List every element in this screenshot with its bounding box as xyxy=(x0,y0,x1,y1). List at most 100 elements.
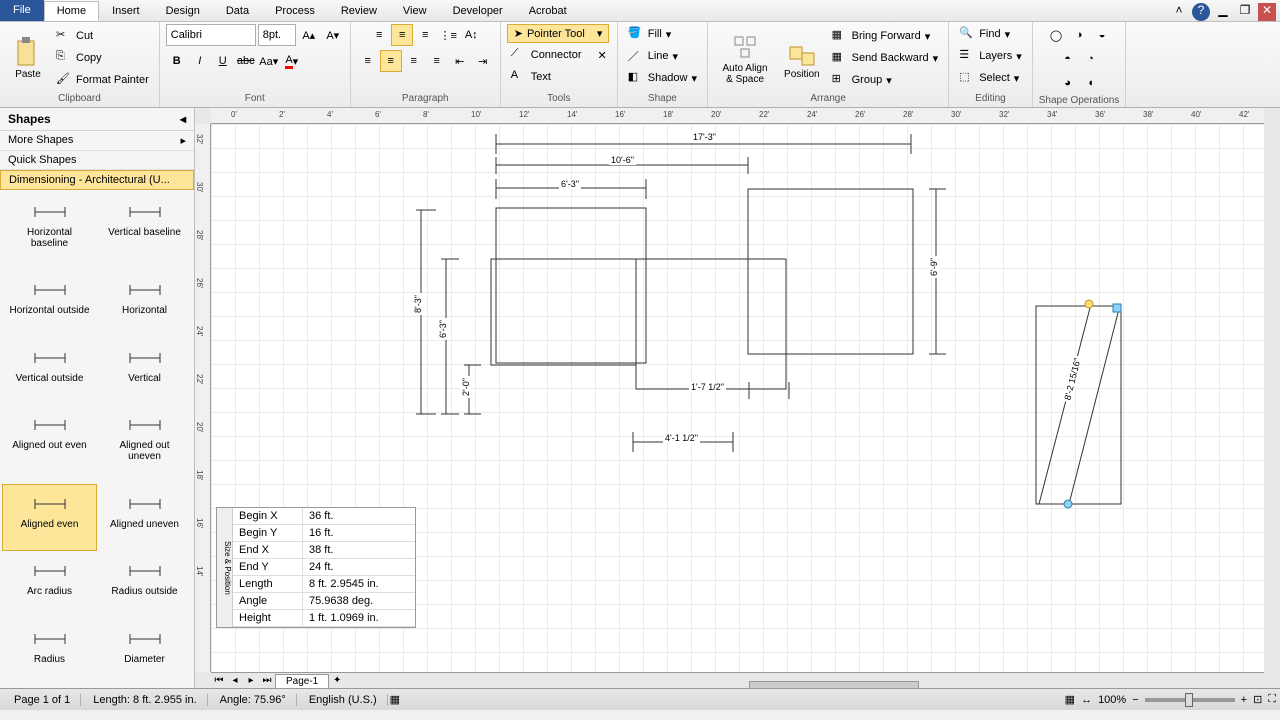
restore-icon[interactable]: ❐ xyxy=(1236,3,1254,21)
shape-item-4[interactable]: Vertical outside xyxy=(2,338,97,405)
shrink-font-icon[interactable]: A▾ xyxy=(322,24,344,46)
line-button[interactable]: ／Line ▾ xyxy=(624,46,682,66)
size-position-window[interactable]: Size & Position Begin X36 ft.Begin Y16 f… xyxy=(216,507,416,628)
strike-icon[interactable]: abc xyxy=(235,50,257,72)
tab-process[interactable]: Process xyxy=(262,1,328,21)
close-icon[interactable]: ✕ xyxy=(1258,3,1276,21)
size-pos-row[interactable]: End X38 ft. xyxy=(233,542,415,559)
zoom-level[interactable]: 100% xyxy=(1098,694,1126,706)
shape-item-11[interactable]: Radius outside xyxy=(97,551,192,618)
size-pos-handle[interactable]: Size & Position xyxy=(217,508,233,627)
shape-item-10[interactable]: Arc radius xyxy=(2,551,97,618)
size-pos-row[interactable]: Begin X36 ft. xyxy=(233,508,415,525)
shape-item-2[interactable]: Horizontal outside xyxy=(2,270,97,337)
align-right-icon[interactable]: ≡ xyxy=(403,50,425,72)
underline-icon[interactable]: U xyxy=(212,50,234,72)
connector-button[interactable]: ⟋Connector✕ xyxy=(507,45,611,65)
presentation-mode-icon[interactable]: ▦ xyxy=(1065,693,1075,706)
selected-shape[interactable] xyxy=(1036,300,1121,508)
bullets-icon[interactable]: ⋮≡ xyxy=(437,24,459,46)
page-prev-icon[interactable]: ◂ xyxy=(227,675,243,686)
font-color-icon[interactable]: A▾ xyxy=(281,50,303,72)
canvas[interactable]: 17'-3" 10'-6" 6'-3" 8'-3" 6'-3" 2'-0" 1'… xyxy=(211,124,1264,672)
tab-acrobat[interactable]: Acrobat xyxy=(516,1,580,21)
page-tab-1[interactable]: Page-1 xyxy=(275,674,329,688)
page-width-icon[interactable]: ↔ xyxy=(1081,694,1092,706)
stencil-item[interactable]: Dimensioning - Architectural (U... xyxy=(0,170,194,190)
indent-inc-icon[interactable]: ⇥ xyxy=(472,50,494,72)
case-icon[interactable]: Aa▾ xyxy=(258,50,280,72)
tab-insert[interactable]: Insert xyxy=(99,1,153,21)
zoom-slider[interactable] xyxy=(1145,698,1235,702)
help-icon[interactable]: ? xyxy=(1192,3,1210,21)
font-size-combo[interactable] xyxy=(258,24,296,46)
tab-review[interactable]: Review xyxy=(328,1,390,21)
tab-view[interactable]: View xyxy=(390,1,440,21)
tab-developer[interactable]: Developer xyxy=(440,1,516,21)
tab-data[interactable]: Data xyxy=(213,1,262,21)
delete-icon[interactable]: ✕ xyxy=(598,49,607,62)
text-direction-icon[interactable]: A↕ xyxy=(460,24,482,46)
select-button[interactable]: ⬚Select ▾ xyxy=(955,68,1023,88)
bring-forward-button[interactable]: ▦Bring Forward ▾ xyxy=(828,26,943,46)
shape-item-9[interactable]: Aligned uneven xyxy=(97,484,192,551)
indent-dec-icon[interactable]: ⇤ xyxy=(449,50,471,72)
fit-page-icon[interactable]: ⊡ xyxy=(1253,693,1262,706)
page-first-icon[interactable]: ⏮ xyxy=(211,675,227,686)
group-button[interactable]: ⊞Group ▾ xyxy=(828,70,943,90)
fragment-icon[interactable]: ◔ xyxy=(1080,48,1102,70)
size-pos-row[interactable]: Begin Y16 ft. xyxy=(233,525,415,542)
full-screen-icon[interactable]: ⛶ xyxy=(1268,693,1276,706)
shadow-button[interactable]: ◧Shadow ▾ xyxy=(624,68,701,88)
align-bottom-icon[interactable]: ≡ xyxy=(414,24,436,46)
zoom-out-icon[interactable]: − xyxy=(1132,694,1138,706)
format-painter-button[interactable]: 🖌Format Painter xyxy=(52,70,153,90)
page-next-icon[interactable]: ▸ xyxy=(243,675,259,686)
offset-icon[interactable]: ◖ xyxy=(1080,72,1102,94)
align-top-icon[interactable]: ≡ xyxy=(368,24,390,46)
italic-icon[interactable]: I xyxy=(189,50,211,72)
shape-item-7[interactable]: Aligned out uneven xyxy=(97,405,192,483)
grow-font-icon[interactable]: A▴ xyxy=(298,24,320,46)
page-last-icon[interactable]: ⏭ xyxy=(259,675,275,686)
cut-button[interactable]: ✂Cut xyxy=(52,26,153,46)
macro-icon[interactable]: ▦ xyxy=(390,693,400,706)
font-family-combo[interactable] xyxy=(166,24,256,46)
shape-item-1[interactable]: Vertical baseline xyxy=(97,192,192,270)
size-pos-row[interactable]: End Y24 ft. xyxy=(233,559,415,576)
new-page-icon[interactable]: ✦ xyxy=(329,675,345,686)
union-icon[interactable]: ◯ xyxy=(1045,24,1067,46)
layers-button[interactable]: ☰Layers ▾ xyxy=(955,46,1026,66)
zoom-in-icon[interactable]: + xyxy=(1241,694,1247,706)
shape-item-5[interactable]: Vertical xyxy=(97,338,192,405)
find-button[interactable]: 🔍Find ▾ xyxy=(955,24,1014,44)
send-backward-button[interactable]: ▦Send Backward ▾ xyxy=(828,48,943,68)
subtract-icon[interactable]: ◑ xyxy=(1068,24,1090,46)
shape-item-13[interactable]: Diameter xyxy=(97,619,192,686)
fill-button[interactable]: 🪣Fill ▾ xyxy=(624,24,676,44)
tab-home[interactable]: Home xyxy=(44,1,99,21)
position-button[interactable]: Position xyxy=(778,35,826,82)
minimize-icon[interactable]: ▁ xyxy=(1214,3,1232,21)
text-tool-button[interactable]: AText xyxy=(507,67,555,87)
shape-item-0[interactable]: Horizontal baseline xyxy=(2,192,97,270)
more-shapes-item[interactable]: More Shapes▸ xyxy=(0,131,194,151)
shape-item-3[interactable]: Horizontal xyxy=(97,270,192,337)
tab-file[interactable]: File xyxy=(0,0,44,21)
bold-icon[interactable]: B xyxy=(166,50,188,72)
size-pos-row[interactable]: Height1 ft. 1.0969 in. xyxy=(233,610,415,627)
align-left-icon[interactable]: ≡ xyxy=(357,50,379,72)
collapse-icon[interactable]: ◂ xyxy=(180,112,186,126)
status-language[interactable]: English (U.S.) xyxy=(299,694,388,706)
trim-icon[interactable]: ◕ xyxy=(1057,72,1079,94)
shape-item-6[interactable]: Aligned out even xyxy=(2,405,97,483)
shape-item-8[interactable]: Aligned even xyxy=(2,484,97,551)
align-middle-icon[interactable]: ≡ xyxy=(391,24,413,46)
tab-design[interactable]: Design xyxy=(153,1,213,21)
combine-icon[interactable]: ◓ xyxy=(1057,48,1079,70)
intersect-icon[interactable]: ◒ xyxy=(1091,24,1113,46)
justify-icon[interactable]: ≡ xyxy=(426,50,448,72)
shape-item-12[interactable]: Radius xyxy=(2,619,97,686)
quick-shapes-item[interactable]: Quick Shapes xyxy=(0,151,194,170)
size-pos-row[interactable]: Length8 ft. 2.9545 in. xyxy=(233,576,415,593)
